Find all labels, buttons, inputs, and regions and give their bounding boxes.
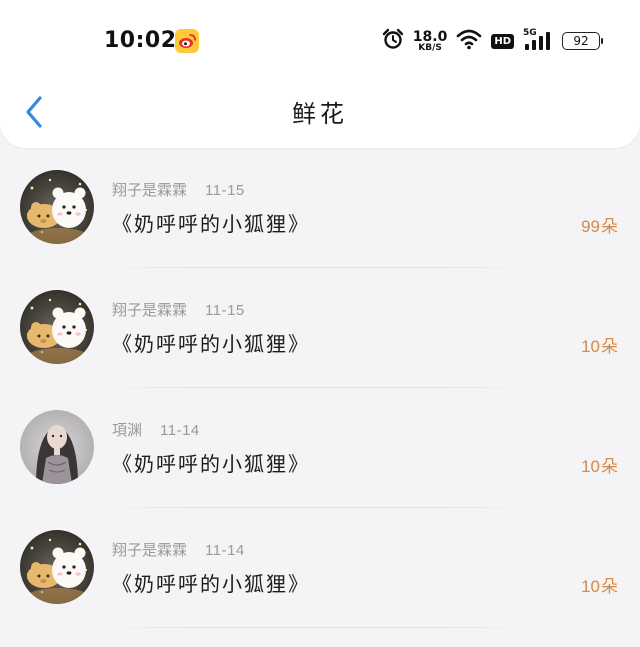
count-unit: 朵 [601,337,618,357]
list-item[interactable]: 項渊 11-14 《奶呼呼的小狐狸》 10朵 [0,388,640,508]
list-item[interactable]: 翔子是霖霖 11-15 《奶呼呼的小狐狸》 10朵 [0,268,640,388]
signal-bar [539,36,543,50]
signal-icon: 5G [523,28,553,52]
list-item[interactable]: 翔子是霖霖 11-14 《奶呼呼的小狐狸》 10朵 [0,508,640,628]
weibo-app-icon [175,29,199,53]
sender-name[interactable]: 翔子是霖霖 [112,541,187,559]
bear-avatar[interactable] [20,290,94,364]
status-bar: 10:02 18.0 KB/S HD 5G 92 [0,0,640,80]
count-value: 99 [581,217,600,236]
record-date: 11-15 [205,182,245,199]
record-meta: 項渊 11-14 [112,419,200,440]
net-speed: 18.0 KB/S [413,30,448,53]
gift-name: 《奶呼呼的小狐狸》 [112,212,310,236]
sender-name[interactable]: 項渊 [112,421,142,439]
record-date: 11-15 [205,302,245,319]
count-unit: 朵 [601,217,618,237]
header: 10:02 18.0 KB/S HD 5G 92 鲜花 [0,0,640,148]
bear-avatar[interactable] [20,170,94,244]
flower-count: 10朵 [581,332,618,357]
count-value: 10 [581,457,600,476]
photo-avatar[interactable] [20,410,94,484]
gift-record-list: 翔子是霖霖 11-15 《奶呼呼的小狐狸》 99朵 翔子是霖霖 11-15 《奶呼呼… [0,148,640,628]
divider [100,627,530,628]
signal-bar [546,32,550,50]
net-speed-unit: KB/S [418,42,442,53]
record-meta: 翔子是霖霖 11-15 [112,179,245,200]
record-meta: 翔子是霖霖 11-14 [112,539,245,560]
battery-level: 92 [573,34,589,48]
alarm-icon [382,28,404,54]
page-title: 鲜花 [292,100,348,128]
battery-icon: 92 [562,32,603,50]
count-value: 10 [581,337,600,356]
sender-name[interactable]: 翔子是霖霖 [112,301,187,319]
signal-bar [532,40,536,50]
status-icons: 18.0 KB/S HD 5G 92 [382,27,603,55]
net-speed-value: 18.0 [412,28,448,45]
flower-count: 10朵 [581,572,618,597]
signal-bar [525,44,529,50]
wifi-icon [456,28,482,54]
count-unit: 朵 [601,577,618,597]
record-meta: 翔子是霖霖 11-15 [112,299,245,320]
gift-name: 《奶呼呼的小狐狸》 [112,572,310,596]
status-time: 10:02 [104,28,177,53]
bear-avatar[interactable] [20,530,94,604]
hd-badge: HD [491,33,514,49]
record-date: 11-14 [160,422,200,439]
flower-count: 99朵 [581,212,618,237]
flower-count: 10朵 [581,452,618,477]
count-value: 10 [581,577,600,596]
gift-name: 《奶呼呼的小狐狸》 [112,332,310,356]
network-type: 5G [523,28,537,38]
count-unit: 朵 [601,457,618,477]
sender-name[interactable]: 翔子是霖霖 [112,181,187,199]
list-item[interactable]: 翔子是霖霖 11-15 《奶呼呼的小狐狸》 99朵 [0,148,640,268]
gift-name: 《奶呼呼的小狐狸》 [112,452,310,476]
record-date: 11-14 [205,542,245,559]
